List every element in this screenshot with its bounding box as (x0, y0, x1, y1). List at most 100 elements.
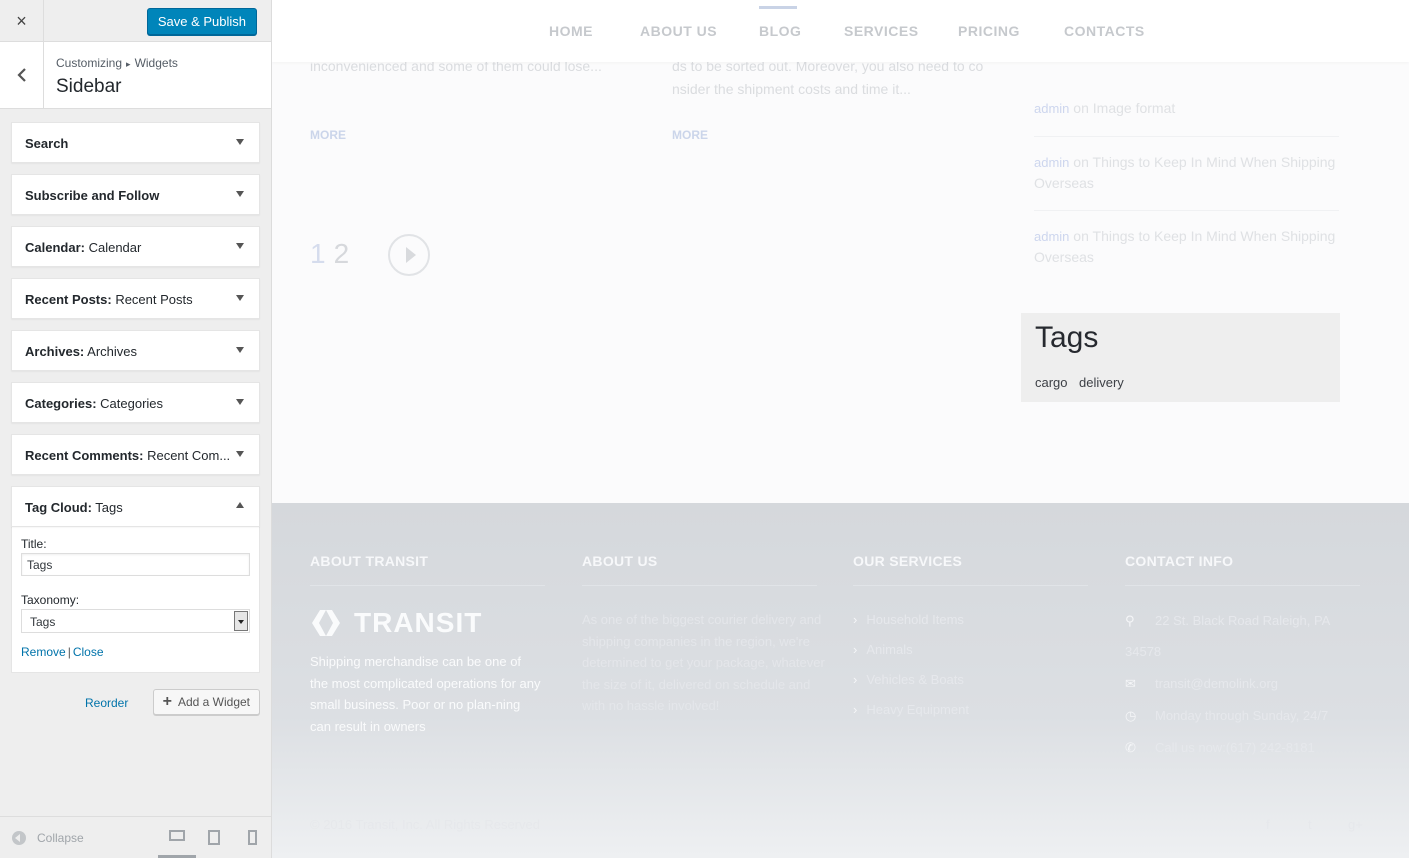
comment-post[interactable]: Image format (1093, 100, 1175, 116)
chevron-down-icon[interactable] (236, 399, 244, 405)
contact-email-text: transit@demolink.org (1155, 676, 1279, 691)
service-link[interactable]: › Household Items (853, 612, 964, 627)
chevron-down-icon[interactable] (236, 243, 244, 249)
widget-categories[interactable]: Categories: Categories (11, 382, 260, 423)
add-widget-label: Add a Widget (177, 695, 250, 709)
twitter-icon[interactable]: t (1308, 817, 1312, 832)
widget-name: Recent Posts: (25, 292, 112, 307)
close-icon[interactable]: × (0, 0, 44, 42)
copyright: © 2016 Transit, Inc. All Rights Reserved (310, 817, 540, 832)
widget-recent-posts[interactable]: Recent Posts: Recent Posts (11, 278, 260, 319)
title-input[interactable]: Tags (21, 553, 250, 576)
clock-icon: ◷ (1125, 708, 1137, 723)
add-widget-button[interactable]: + Add a Widget (152, 689, 260, 715)
comment-author[interactable]: admin (1034, 229, 1069, 244)
facebook-icon[interactable]: f (1266, 817, 1270, 832)
action-separator: | (67, 645, 71, 659)
chevron-down-icon[interactable] (236, 451, 244, 457)
breadcrumb: Customizing ▸ Widgets (56, 56, 178, 70)
contact-email[interactable]: ✉ transit@demolink.org (1125, 668, 1278, 699)
reorder-link[interactable]: Reorder (85, 696, 128, 710)
nav-home[interactable]: HOME (549, 23, 593, 39)
collapse-icon (12, 831, 26, 845)
divider (853, 585, 1088, 586)
remove-link[interactable]: Remove (21, 645, 66, 659)
footer-heading-contact: CONTACT INFO (1125, 553, 1234, 569)
plus-icon: + (162, 693, 172, 710)
next-page-icon[interactable] (388, 234, 430, 276)
close-link[interactable]: Close (73, 645, 104, 659)
more-link[interactable]: MORE (310, 128, 346, 142)
chevron-down-icon[interactable] (236, 191, 244, 197)
breadcrumb-customizing: Customizing (56, 56, 123, 70)
phone-icon: ✆ (1125, 740, 1136, 755)
dropdown-arrow-icon[interactable] (234, 611, 248, 631)
mobile-preview-icon[interactable] (248, 830, 257, 845)
collapse-button[interactable]: Collapse (12, 831, 84, 845)
chevron-up-icon[interactable] (236, 502, 244, 508)
tablet-preview-icon[interactable] (208, 830, 220, 845)
recent-comment: admin on Image format (1034, 98, 1354, 119)
page-1[interactable]: 1 (310, 238, 326, 269)
widget-calendar[interactable]: Calendar: Calendar (11, 226, 260, 267)
logo-mark-icon (312, 610, 340, 636)
service-link[interactable]: › Animals (853, 642, 913, 657)
comment-author[interactable]: admin (1034, 101, 1069, 116)
tag-cloud-form: Title: Tags Taxonomy: Tags Remove | Close (11, 527, 260, 673)
back-arrow-icon[interactable] (0, 42, 44, 108)
customizer-panel: × Save & Publish Customizing ▸ Widgets Sid… (0, 0, 272, 858)
page-2[interactable]: 2 (334, 238, 350, 269)
service-link[interactable]: › Heavy Equipment (853, 702, 969, 717)
divider (1034, 136, 1339, 137)
service-link[interactable]: › Vehicles & Boats (853, 672, 964, 687)
widget-list: Search Subscribe and Follow Calendar: Ca… (11, 122, 260, 673)
divider (582, 585, 817, 586)
google-plus-icon[interactable]: g+ (1348, 817, 1363, 832)
nav-services[interactable]: SERVICES (844, 23, 919, 39)
contact-address-text: 22 St. Black Road Raleigh, PA 34578 (1125, 613, 1330, 659)
breadcrumb-separator-icon: ▸ (126, 59, 131, 69)
widget-title: Calendar (84, 240, 142, 255)
nav-about-us[interactable]: ABOUT US (640, 23, 717, 39)
nav-contacts[interactable]: CONTACTS (1064, 23, 1145, 39)
widget-title: Recent Posts (111, 292, 193, 307)
more-link[interactable]: MORE (672, 128, 708, 142)
widget-archives[interactable]: Archives: Archives (11, 330, 260, 371)
tag-link[interactable]: delivery (1079, 375, 1124, 390)
widget-name: Calendar: (25, 240, 85, 255)
widget-name: Tag Cloud: (25, 500, 92, 515)
nav-blog[interactable]: BLOG (759, 23, 801, 39)
footer-heading-about-us: ABOUT US (582, 553, 658, 569)
comment-on: on (1069, 154, 1093, 170)
transit-logo[interactable]: TRANSIT (310, 607, 482, 639)
desktop-preview-icon[interactable] (169, 830, 185, 841)
contact-address: ⚲ 22 St. Black Road Raleigh, PA 34578 (1125, 605, 1360, 667)
footer-heading-services: OUR SERVICES (853, 553, 963, 569)
active-nav-indicator (759, 6, 797, 9)
taxonomy-select[interactable]: Tags (21, 609, 250, 633)
pagination: 12 (310, 238, 349, 270)
save-publish-button[interactable]: Save & Publish (146, 8, 257, 35)
logo-text: TRANSIT (354, 607, 483, 638)
tags-title: Tags (1035, 321, 1099, 354)
title-label: Title: (21, 537, 47, 551)
divider (1125, 585, 1360, 586)
widget-search[interactable]: Search (11, 122, 260, 163)
chevron-down-icon[interactable] (236, 347, 244, 353)
chevron-right-icon: › (853, 702, 858, 717)
widget-title: Tags (91, 500, 123, 515)
map-pin-icon: ⚲ (1125, 613, 1135, 628)
chevron-right-icon: › (853, 672, 858, 687)
tag-link[interactable]: cargo (1035, 375, 1068, 390)
recent-comment: admin on Things to Keep In Mind When Shi… (1034, 152, 1354, 193)
widget-tag-cloud[interactable]: Tag Cloud: Tags (11, 486, 260, 527)
widget-subscribe-follow[interactable]: Subscribe and Follow (11, 174, 260, 215)
chevron-down-icon[interactable] (236, 139, 244, 145)
chevron-down-icon[interactable] (236, 295, 244, 301)
comment-author[interactable]: admin (1034, 155, 1069, 170)
widget-recent-comments[interactable]: Recent Comments: Recent Com... (11, 434, 260, 475)
footer-heading-about-transit: ABOUT TRANSIT (310, 553, 429, 569)
taxonomy-label: Taxonomy: (21, 593, 80, 607)
nav-pricing[interactable]: PRICING (958, 23, 1020, 39)
contact-phone-text: Call us now:(617) 242-8181 (1155, 740, 1315, 755)
